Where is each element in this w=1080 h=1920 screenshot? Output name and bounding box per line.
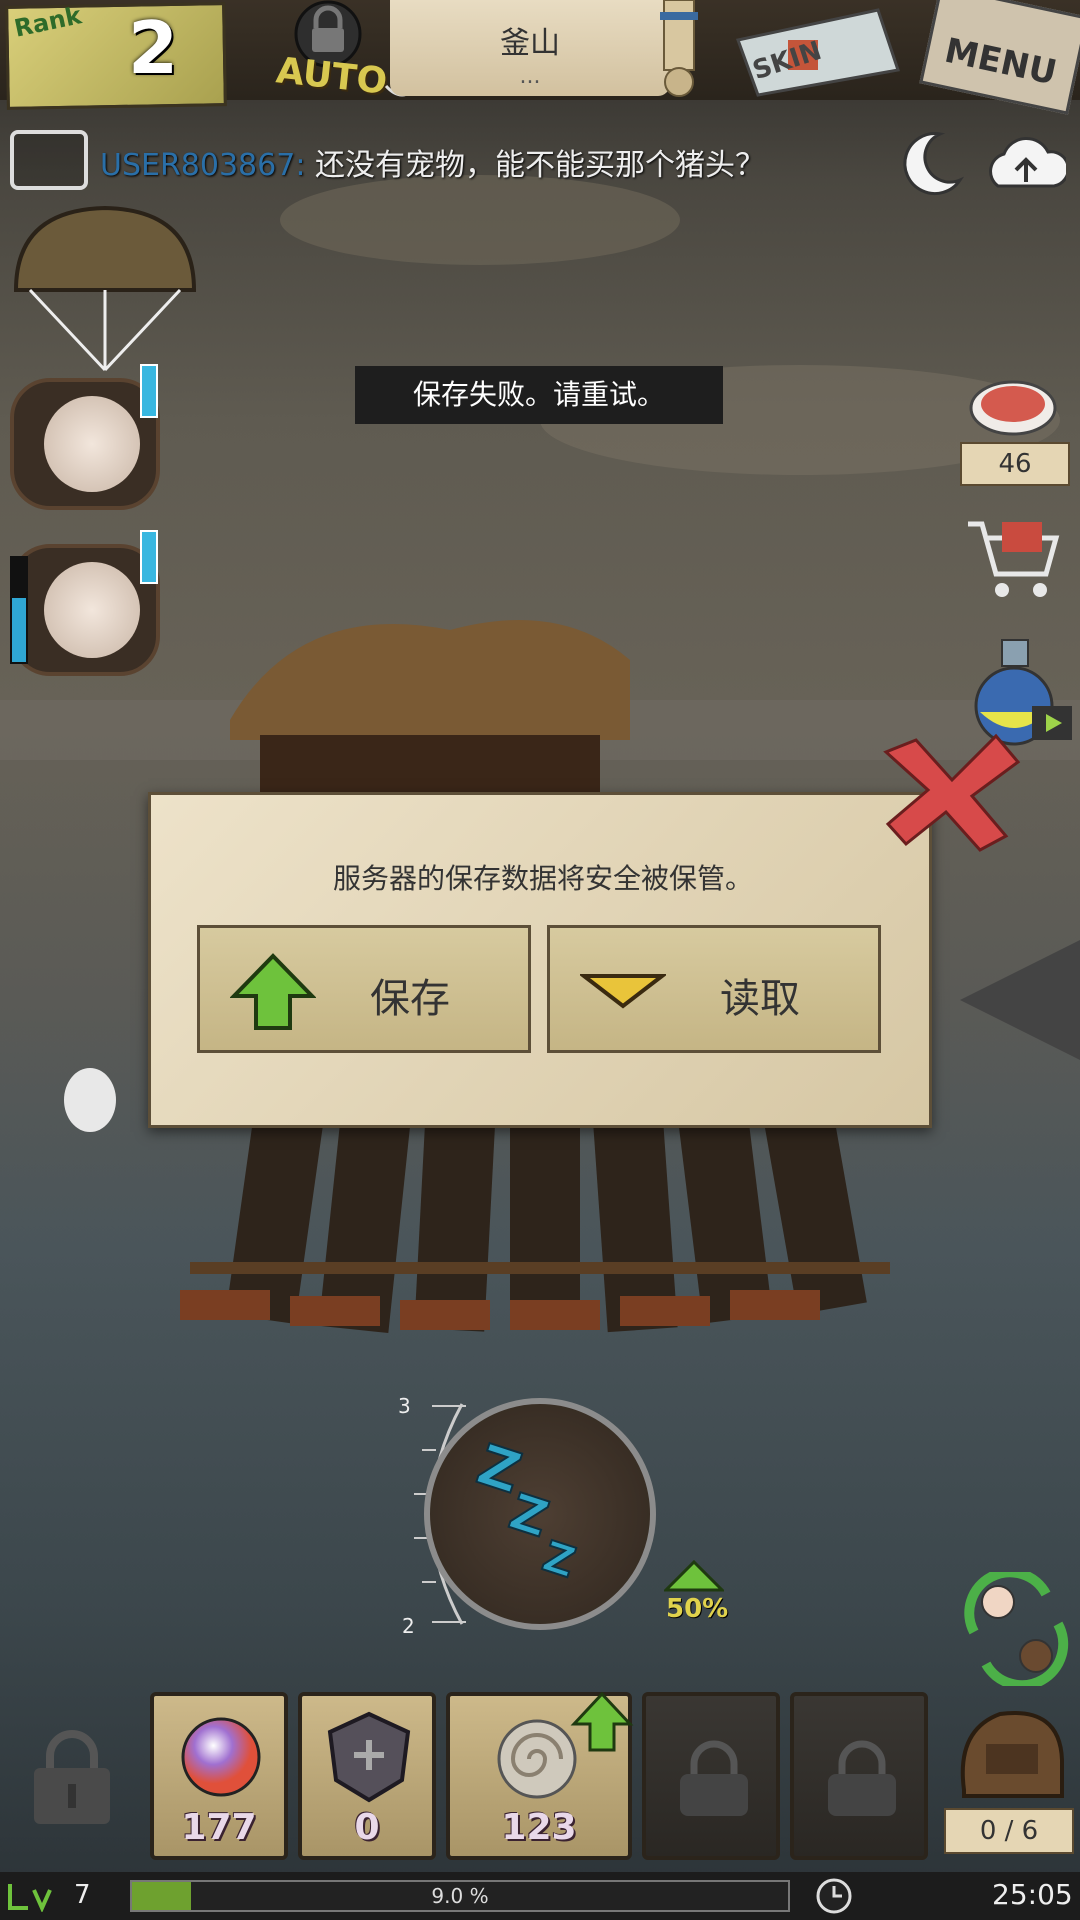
cloud-upload-icon[interactable] [986,128,1066,198]
alert-icon [140,364,158,418]
lock-icon[interactable] [24,1726,120,1830]
avatar [44,396,140,492]
game-time: 25:05 [992,1878,1073,1911]
locked-slot-2[interactable] [790,1692,928,1860]
health-bar [10,556,28,664]
sleep-bonus: 50% [666,1594,729,1624]
load-label: 读取 [720,976,800,1022]
backpack-icon[interactable] [950,1700,1070,1804]
parachute-icon[interactable] [10,200,200,380]
arrow-down-icon [580,974,666,1009]
save-label: 保存 [370,976,450,1022]
chat-text: 还没有宠物，能不能买那个猪头？ [305,148,765,183]
cart-icon[interactable] [962,504,1062,604]
level-value: 7 [74,1880,91,1910]
save-failed-toast: 保存失败。请重试。 [355,366,723,424]
chat-message[interactable]: USER803867: 还没有宠物，能不能买那个猪头？ [100,140,765,184]
close-icon[interactable] [876,732,1022,854]
load-button[interactable]: 读取 [547,925,881,1053]
lock-icon [828,1740,896,1816]
shield-icon [327,1711,411,1803]
arrow-up-icon [664,1560,724,1592]
item-slot-orb[interactable]: 177 [150,1692,288,1860]
item-slot-shell[interactable]: 123 [446,1691,634,1860]
location-panel[interactable]: 釜山 ... [390,0,670,96]
character-portrait-1[interactable] [10,378,160,510]
lock-icon [680,1740,748,1816]
rank-value: 2 [128,6,179,90]
character-portrait-2[interactable] [10,544,160,676]
xp-percent: 9.0 % [431,1884,489,1908]
clock-icon [816,1878,852,1914]
dialog-message: 服务器的保存数据将安全被保管。 [332,862,753,895]
arrow-up-icon [230,953,316,1030]
save-load-dialog: 服务器的保存数据将安全被保管。 保存 读取 [148,792,932,1128]
moon-icon[interactable] [896,128,966,198]
svg-text:Z: Z [537,1531,581,1587]
shell-icon [497,1719,577,1799]
sleep-tick-top: 3 [398,1394,411,1418]
orb-icon [181,1717,261,1797]
trade-icon[interactable] [954,1572,1078,1686]
arrow-up-icon [570,1691,634,1752]
chat-icon[interactable] [10,130,88,190]
avatar [44,562,140,658]
item-slot-shield[interactable]: 0 [298,1692,436,1860]
sleep-tick-bottom: 2 [402,1614,415,1638]
bag-capacity: 0 / 6 [944,1808,1074,1854]
scroll-icon[interactable] [650,0,710,100]
level-icon [8,1884,52,1912]
zzz-icon: Z Z Z [470,1440,582,1588]
locked-slot-1[interactable] [642,1692,780,1860]
meat-icon[interactable] [968,376,1058,438]
shell-count: 123 [501,1807,577,1848]
save-button[interactable]: 保存 [197,925,531,1053]
meat-count: 46 [960,442,1070,486]
orb-count: 177 [181,1807,257,1848]
location-name: 釜山 [500,26,560,61]
location-subtitle: ... [519,64,541,89]
alert-icon [140,530,158,584]
chat-username: USER803867: [100,148,306,183]
shield-count: 0 [354,1807,380,1848]
xp-bar: 9.0 % [130,1880,790,1912]
